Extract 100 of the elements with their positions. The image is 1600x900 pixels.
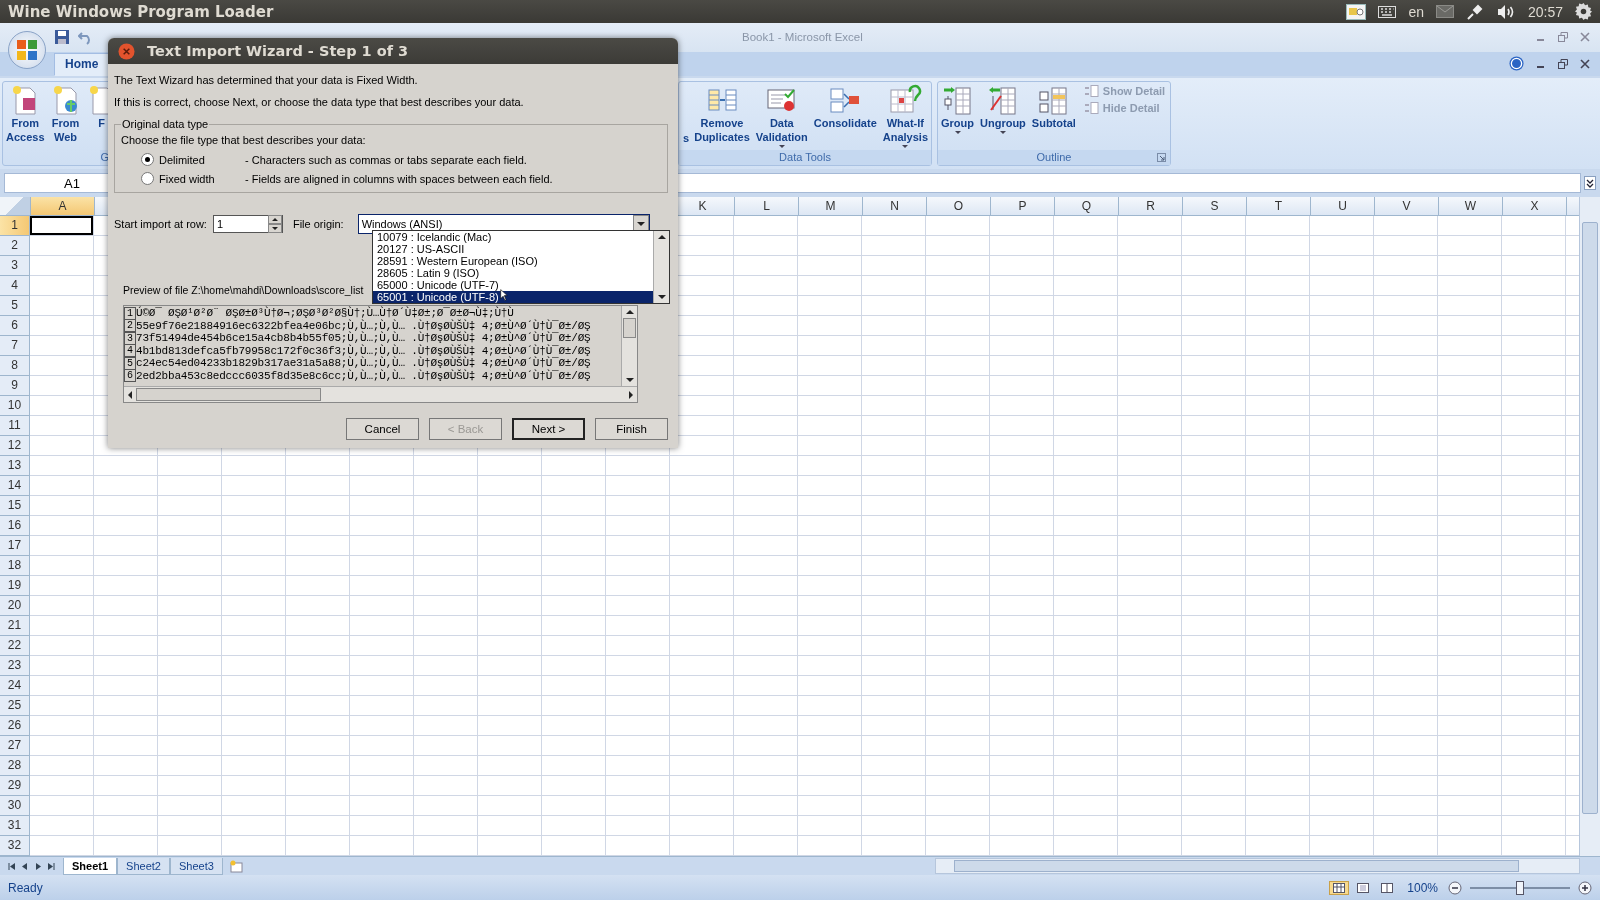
view-button[interactable] [1329,880,1350,895]
zoom-slider-thumb[interactable] [1516,880,1524,895]
dropdown-option[interactable]: 65001 : Unicode (UTF-8) [373,291,653,303]
app-indicator-icon[interactable] [1346,3,1367,20]
column-header[interactable]: T [1247,197,1311,216]
scroll-thumb[interactable] [136,388,321,401]
ribbon-button[interactable]: From Access [3,83,48,144]
dropdown-option[interactable]: 20127 : US-ASCII [373,243,653,255]
row-header[interactable]: 25 [0,696,30,717]
row-header[interactable]: 15 [0,496,30,517]
mail-icon[interactable] [1435,5,1454,18]
clock[interactable]: 20:57 [1527,3,1563,20]
row-header[interactable]: 23 [0,656,30,677]
row-header[interactable]: 16 [0,516,30,537]
column-header[interactable]: N [863,197,927,216]
restore-icon[interactable] [1558,32,1568,43]
close-icon[interactable] [1580,58,1590,69]
restore-icon[interactable] [1558,58,1568,69]
vertical-scrollbar[interactable] [621,306,637,386]
vertical-scrollbar[interactable] [1579,197,1600,857]
row-header[interactable]: 17 [0,536,30,557]
row-header[interactable]: 1 [0,216,30,237]
row-header[interactable]: 10 [0,396,30,417]
row-header[interactable]: 6 [0,316,30,337]
expand-icon[interactable] [1584,176,1596,191]
horizontal-scrollbar[interactable] [124,386,637,402]
column-header[interactable]: M [799,197,863,216]
volume-icon[interactable] [1495,3,1516,20]
dropdown-option[interactable]: 10079 : Icelandic (Mac) [373,231,653,243]
row-header[interactable]: 11 [0,416,30,437]
ribbon-button[interactable]: From Web [47,83,84,144]
zoom-in-icon[interactable] [1578,880,1592,895]
row-header[interactable]: 29 [0,776,30,797]
row-header[interactable]: 19 [0,576,30,597]
sheet-nav-icon[interactable] [47,861,55,871]
row-header[interactable]: 9 [0,376,30,397]
scroll-thumb[interactable] [1582,222,1598,815]
ribbon-button[interactable]: What-If Analysis [879,83,931,149]
horizontal-scrollbar[interactable] [934,858,1580,875]
column-header[interactable]: X [1503,197,1567,216]
dialog-launcher-icon[interactable] [1157,153,1166,163]
row-header[interactable]: 31 [0,816,30,837]
save-icon[interactable] [54,29,70,46]
row-header[interactable]: 26 [0,716,30,737]
vertical-scrollbar[interactable] [653,231,669,303]
column-header[interactable]: O [927,197,991,216]
column-header[interactable]: U [1311,197,1375,216]
ribbon-button[interactable]: Group [938,83,977,135]
ribbon-button[interactable]: Subtotal [1028,83,1079,130]
row-header[interactable]: 18 [0,556,30,577]
row-header[interactable]: 30 [0,796,30,817]
row-header[interactable]: 20 [0,596,30,617]
radio-option[interactable]: Delimited [141,153,245,166]
ribbon-button[interactable]: Ungroup [977,83,1029,135]
radio-option[interactable]: Fixed width [141,172,245,185]
column-header[interactable]: L [735,197,799,216]
spin-field[interactable]: 1 [212,215,283,233]
row-header[interactable]: 3 [0,256,30,277]
column-header[interactable]: A [31,197,95,216]
sheet-tab[interactable]: Sheet2 [117,857,170,875]
column-header[interactable]: S [1183,197,1247,216]
row-header[interactable]: 12 [0,436,30,457]
row-header[interactable]: 28 [0,756,30,777]
column-header[interactable]: P [991,197,1055,216]
scroll-thumb[interactable] [953,860,1519,873]
row-header[interactable]: 4 [0,276,30,297]
row-header[interactable]: 8 [0,356,30,377]
close-icon[interactable] [1580,32,1590,43]
row-header[interactable]: 14 [0,476,30,497]
zoom-out-icon[interactable] [1448,880,1462,895]
dialog-button[interactable]: Cancel [346,418,419,440]
sheet-nav-icon[interactable] [8,861,16,871]
ribbon-button[interactable]: Consolidate [810,83,880,130]
close-icon[interactable] [118,42,135,60]
row-header[interactable]: 5 [0,296,30,317]
keyboard-icon[interactable] [1378,5,1397,18]
sheet-tab[interactable]: Sheet3 [169,857,223,875]
spin-arrows-icon[interactable] [267,215,282,233]
language-indicator[interactable]: en [1408,3,1424,20]
active-cell[interactable] [30,216,93,236]
row-header[interactable]: 24 [0,676,30,697]
dropdown-option[interactable]: 28605 : Latin 9 (ISO) [373,267,653,279]
column-header[interactable]: Q [1055,197,1119,216]
ribbon-button[interactable]: Remove Duplicates [691,83,753,144]
column-header[interactable]: W [1439,197,1503,216]
dropdown-option[interactable]: 65000 : Unicode (UTF-7) [373,279,653,291]
column-header[interactable]: V [1375,197,1439,216]
row-header[interactable]: 2 [0,236,30,257]
row-header[interactable]: 13 [0,456,30,477]
scroll-thumb[interactable] [623,318,636,338]
dialog-button[interactable]: Next > [512,418,585,440]
ribbon-tab[interactable]: Home [54,52,110,76]
row-header[interactable]: 21 [0,616,30,637]
dropdown-option[interactable]: 28591 : Western European (ISO) [373,255,653,267]
column-header[interactable]: R [1119,197,1183,216]
ribbon-button-label[interactable]: s [683,131,690,144]
ribbon-button[interactable]: Data Validation [752,83,811,149]
zoom-level[interactable]: 100% [1407,880,1438,895]
dialog-button[interactable]: Finish [595,418,668,440]
sheet-tab[interactable]: Sheet1 [63,857,118,875]
